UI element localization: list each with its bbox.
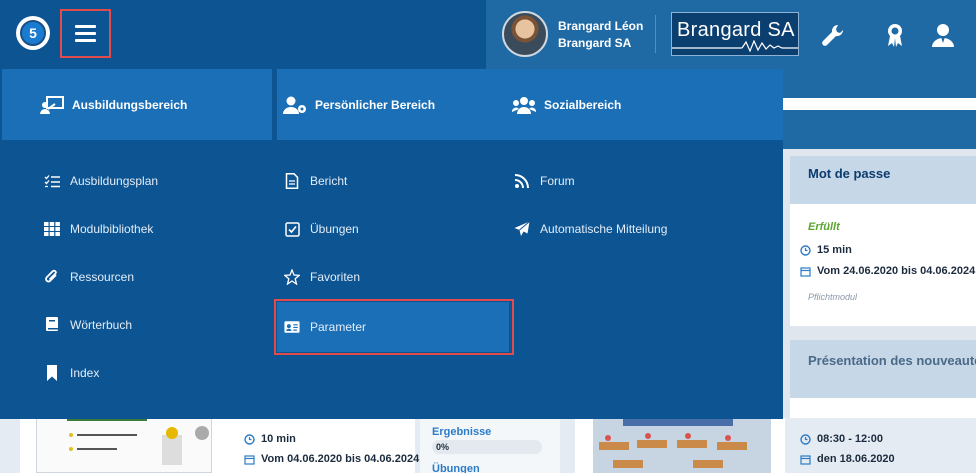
tab-persoenlicher-bereich[interactable]: Persönlicher Bereich <box>277 69 508 140</box>
menu-item-ressourcen[interactable]: Ressourcen <box>44 267 134 287</box>
tab-label: Ausbildungsbereich <box>72 97 188 112</box>
module-card-2-title[interactable]: Présentation des nouveautés <box>790 340 976 398</box>
star-icon <box>284 269 300 285</box>
rss-icon <box>514 173 530 189</box>
highlight-box <box>274 299 514 355</box>
document-icon <box>284 173 300 189</box>
tab-label: Persönlicher Bereich <box>315 97 436 112</box>
menu-item-uebungen[interactable]: Übungen <box>284 219 359 239</box>
hamburger-icon <box>75 21 96 46</box>
module-thumbnail-2 <box>593 412 771 473</box>
company-logo: Brangard SA <box>671 12 799 56</box>
module-4-time-text: 08:30 - 12:00 <box>817 433 884 445</box>
menu-item-label: Wörterbuch <box>70 318 133 332</box>
exercises-label: Übungen <box>432 463 480 473</box>
company-logo-text: Brangard SA <box>677 19 795 41</box>
menu-item-forum[interactable]: Forum <box>514 171 575 191</box>
module-card-title: Mot de passe <box>790 156 976 204</box>
menu-item-modulbibliothek[interactable]: Modulbibliothek <box>44 219 153 239</box>
menu-item-favoriten[interactable]: Favoriten <box>284 267 360 287</box>
menu-item-label: Index <box>70 366 100 380</box>
menu-item-ausbildungsplan[interactable]: Ausbildungsplan <box>44 171 158 191</box>
module-3-dates: Vom 04.06.2020 bis 04.06.2024 <box>244 453 419 465</box>
menu-item-index[interactable]: Index <box>44 363 99 383</box>
clock-icon <box>244 433 255 445</box>
module-dates-text: Vom 24.06.2020 bis 04.06.2024 <box>817 265 976 277</box>
paperclip-icon <box>44 269 60 285</box>
clock-icon <box>800 433 811 445</box>
menu-item-automatische-mitteilung[interactable]: Automatische Mitteilung <box>514 219 667 239</box>
tab-label: Sozialbereich <box>544 97 622 112</box>
logo-waveform <box>672 40 798 52</box>
menu-item-label: Favoriten <box>310 270 361 284</box>
module-4-date: den 18.06.2020 <box>800 453 895 465</box>
user-settings-icon <box>283 96 306 114</box>
module-duration-text: 15 min <box>817 244 852 256</box>
menu-item-label: Forum <box>540 174 575 188</box>
module-4-time: 08:30 - 12:00 <box>800 433 883 445</box>
checklist-icon <box>44 173 60 189</box>
menu-item-label: Ressourcen <box>70 270 135 284</box>
thumbnail-illustration <box>67 417 209 465</box>
calendar-icon <box>800 454 811 465</box>
calendar-icon <box>244 454 255 465</box>
menu-item-bericht[interactable]: Bericht <box>284 171 347 191</box>
module-thumbnail <box>36 412 212 473</box>
module-dates: Vom 24.06.2020 bis 04.06.2024 <box>800 265 975 277</box>
tab-ausbildungsbereich[interactable]: Ausbildungsbereich <box>2 69 272 140</box>
results-label: Ergebnisse <box>432 426 492 438</box>
module-3-dates-text: Vom 04.06.2020 bis 04.06.2024 <box>261 453 420 465</box>
wrench-icon[interactable] <box>820 22 846 48</box>
module-4-date-text: den 18.06.2020 <box>817 453 895 465</box>
module-duration: 15 min <box>800 244 852 256</box>
menu-item-woerterbuch[interactable]: Wörterbuch <box>44 315 132 335</box>
tab-sozialbereich[interactable]: Sozialbereich <box>508 69 783 140</box>
page-banner-strip <box>783 98 976 110</box>
user-icon[interactable] <box>930 22 956 48</box>
calendar-icon <box>800 266 811 277</box>
paper-plane-icon <box>514 221 530 237</box>
classroom-illustration <box>599 416 747 468</box>
menu-toggle-button[interactable] <box>60 9 111 58</box>
module-status: Erfüllt <box>808 221 840 233</box>
menu-item-label: Übungen <box>310 222 359 236</box>
book-icon <box>44 317 60 333</box>
module-3-duration-text: 10 min <box>261 433 296 445</box>
results-progress-text: 0% <box>436 442 450 452</box>
app-logo[interactable]: 5 <box>16 16 50 50</box>
menu-item-label: Bericht <box>310 174 348 188</box>
award-icon[interactable] <box>882 22 908 48</box>
menu-item-label: Automatische Mitteilung <box>540 222 668 236</box>
app-logo-number: 5 <box>20 20 46 46</box>
menu-item-label: Modulbibliothek <box>70 222 154 236</box>
avatar[interactable] <box>502 11 548 57</box>
header-divider <box>655 15 656 53</box>
module-type: Pflichtmodul <box>808 292 858 302</box>
user-name: Brangard Léon <box>558 19 644 33</box>
users-group-icon <box>512 96 536 114</box>
classroom-icon <box>40 95 64 114</box>
menu-item-label: Ausbildungsplan <box>70 174 159 188</box>
module-3-duration: 10 min <box>244 433 296 445</box>
bookmark-icon <box>44 365 60 381</box>
clock-icon <box>800 244 811 256</box>
results-progress-bar: 0% <box>432 440 542 454</box>
grid-icon <box>44 221 60 237</box>
user-company: Brangard SA <box>558 36 632 50</box>
checkbox-icon <box>284 221 300 237</box>
